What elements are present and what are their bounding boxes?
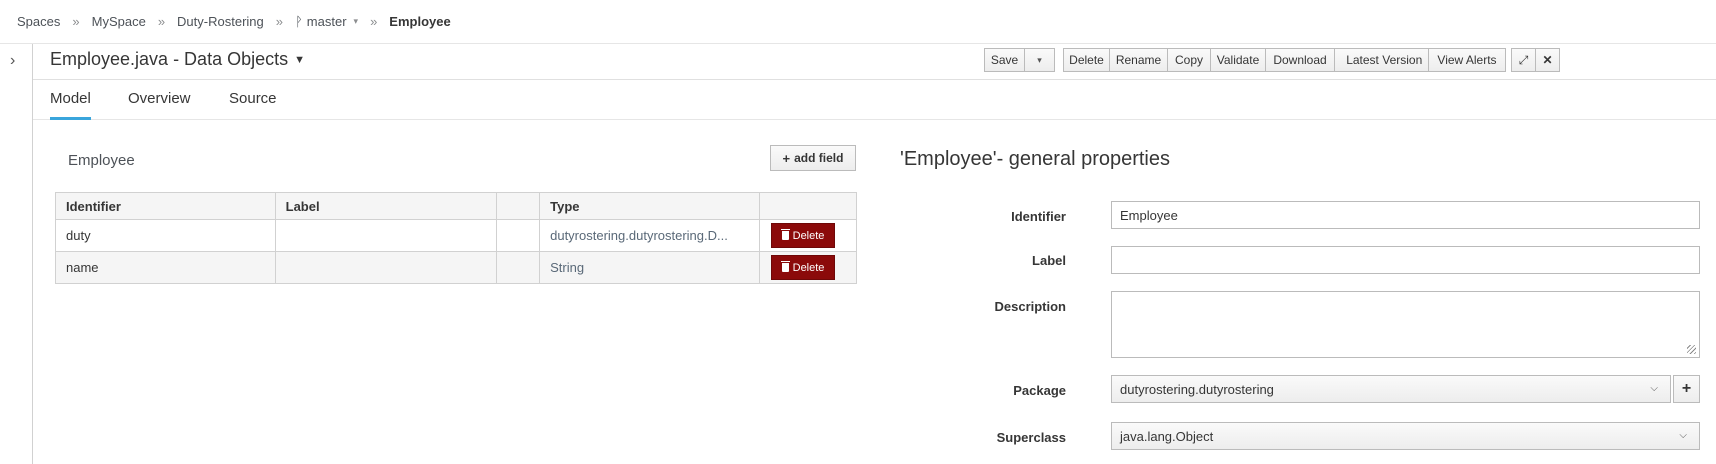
- delete-button[interactable]: Delete: [1063, 48, 1110, 72]
- rename-button[interactable]: Rename: [1110, 48, 1168, 72]
- chevron-down-icon: ▾: [1037, 54, 1042, 65]
- table-row[interactable]: name String Delete: [55, 251, 857, 284]
- delete-field-label: Delete: [792, 229, 825, 242]
- data-object-name: Employee: [68, 152, 135, 169]
- chevron-down-icon: ▼: [294, 53, 305, 66]
- chevron-down-icon: ▾: [353, 16, 359, 26]
- add-field-label: add field: [794, 151, 844, 165]
- cell-type: dutyrostering.dutyrostering.D...: [539, 219, 761, 252]
- breadcrumb-separator: »: [72, 14, 80, 29]
- label-input[interactable]: [1111, 246, 1700, 274]
- identifier-input[interactable]: [1111, 201, 1700, 229]
- superclass-label: Superclass: [996, 430, 1066, 445]
- page-title: Employee.java - Data Objects: [50, 49, 289, 69]
- table-row[interactable]: duty dutyrostering.dutyrostering.D... De…: [55, 219, 857, 252]
- actions-group: Delete Rename Copy Validate Download Lat…: [1063, 48, 1445, 72]
- cell-label: [274, 251, 498, 284]
- save-group: Save ▾: [984, 48, 1055, 72]
- add-field-button[interactable]: + add field: [770, 145, 856, 171]
- cell-identifier: duty: [55, 219, 276, 252]
- side-rail: ›: [0, 44, 33, 464]
- expand-chevron-icon[interactable]: ›: [10, 53, 15, 69]
- properties-title: 'Employee'- general properties: [900, 148, 1170, 170]
- breadcrumb-spaces[interactable]: Spaces: [17, 14, 60, 29]
- cell-identifier: name: [55, 251, 276, 284]
- column-header-label[interactable]: Label: [274, 192, 498, 220]
- superclass-select[interactable]: java.lang.Object ⌵: [1111, 422, 1700, 450]
- save-dropdown-button[interactable]: ▾: [1025, 48, 1055, 72]
- column-header-blank: [496, 192, 541, 220]
- delete-field-button[interactable]: Delete: [771, 255, 836, 280]
- editor-tabs: Model Overview Source: [33, 80, 1716, 120]
- column-header-identifier[interactable]: Identifier: [55, 192, 276, 220]
- save-button[interactable]: Save: [984, 48, 1025, 72]
- breadcrumb: Spaces » MySpace » Duty-Rostering » ᚹ ma…: [0, 0, 1716, 44]
- package-select[interactable]: dutyrostering.dutyrostering ⌵: [1111, 375, 1671, 403]
- breadcrumb-myspace[interactable]: MySpace: [92, 14, 146, 29]
- maximize-icon[interactable]: ⤢: [1511, 48, 1536, 72]
- tab-model[interactable]: Model: [50, 90, 91, 120]
- column-header-type[interactable]: Type: [539, 192, 761, 220]
- delete-field-button[interactable]: Delete: [771, 223, 836, 248]
- package-value: dutyrostering.dutyrostering: [1120, 381, 1274, 397]
- editor-title-menu[interactable]: Employee.java - Data Objects ▼: [50, 49, 305, 70]
- breadcrumb-separator: »: [275, 14, 283, 29]
- plus-icon: +: [782, 150, 791, 166]
- breadcrumb-current: Employee: [389, 14, 451, 29]
- table-header-row: Identifier Label Type: [55, 192, 857, 220]
- superclass-value: java.lang.Object: [1120, 428, 1214, 444]
- close-icon[interactable]: ✕: [1536, 48, 1560, 72]
- cell-blank: [496, 251, 541, 284]
- alerts-group: View Alerts: [1428, 48, 1506, 72]
- label-label: Label: [1032, 253, 1066, 268]
- package-label: Package: [1013, 383, 1066, 398]
- cell-type: String: [539, 251, 761, 284]
- plus-icon: +: [1681, 380, 1692, 397]
- branch-selector[interactable]: ᚹ master ▾: [295, 14, 358, 29]
- trash-icon: [780, 261, 790, 272]
- download-button[interactable]: Download: [1266, 48, 1335, 72]
- trash-icon: [780, 229, 790, 240]
- identifier-label: Identifier: [1011, 209, 1066, 224]
- description-textarea[interactable]: [1111, 291, 1700, 358]
- branch-name: master: [306, 14, 347, 29]
- validate-button[interactable]: Validate: [1211, 48, 1266, 72]
- branch-icon: ᚹ: [294, 14, 303, 29]
- cell-actions: Delete: [759, 251, 857, 284]
- latest-version-label: Latest Version: [1346, 53, 1423, 67]
- cell-blank: [496, 219, 541, 252]
- chevron-down-icon: ⌵: [1679, 430, 1687, 441]
- cell-actions: Delete: [759, 219, 857, 252]
- column-header-actions: [759, 192, 857, 220]
- cell-label: [274, 219, 498, 252]
- resize-grip-icon[interactable]: [1687, 345, 1696, 354]
- chevron-down-icon: ⌵: [1650, 383, 1658, 394]
- window-controls: ⤢ ✕: [1511, 48, 1560, 72]
- view-alerts-button[interactable]: View Alerts: [1428, 48, 1506, 72]
- tab-source[interactable]: Source: [229, 90, 277, 120]
- breadcrumb-duty-rostering[interactable]: Duty-Rostering: [177, 14, 264, 29]
- delete-field-label: Delete: [792, 261, 825, 274]
- tab-overview[interactable]: Overview: [128, 90, 191, 120]
- editor-header: Employee.java - Data Objects ▼ Save ▾ De…: [33, 44, 1716, 80]
- breadcrumb-separator: »: [370, 14, 378, 29]
- copy-button[interactable]: Copy: [1168, 48, 1211, 72]
- add-package-button[interactable]: +: [1673, 375, 1700, 403]
- breadcrumb-separator: »: [157, 14, 166, 29]
- fields-table: Identifier Label Type duty dutyrostering…: [55, 192, 857, 284]
- description-label: Description: [994, 299, 1066, 314]
